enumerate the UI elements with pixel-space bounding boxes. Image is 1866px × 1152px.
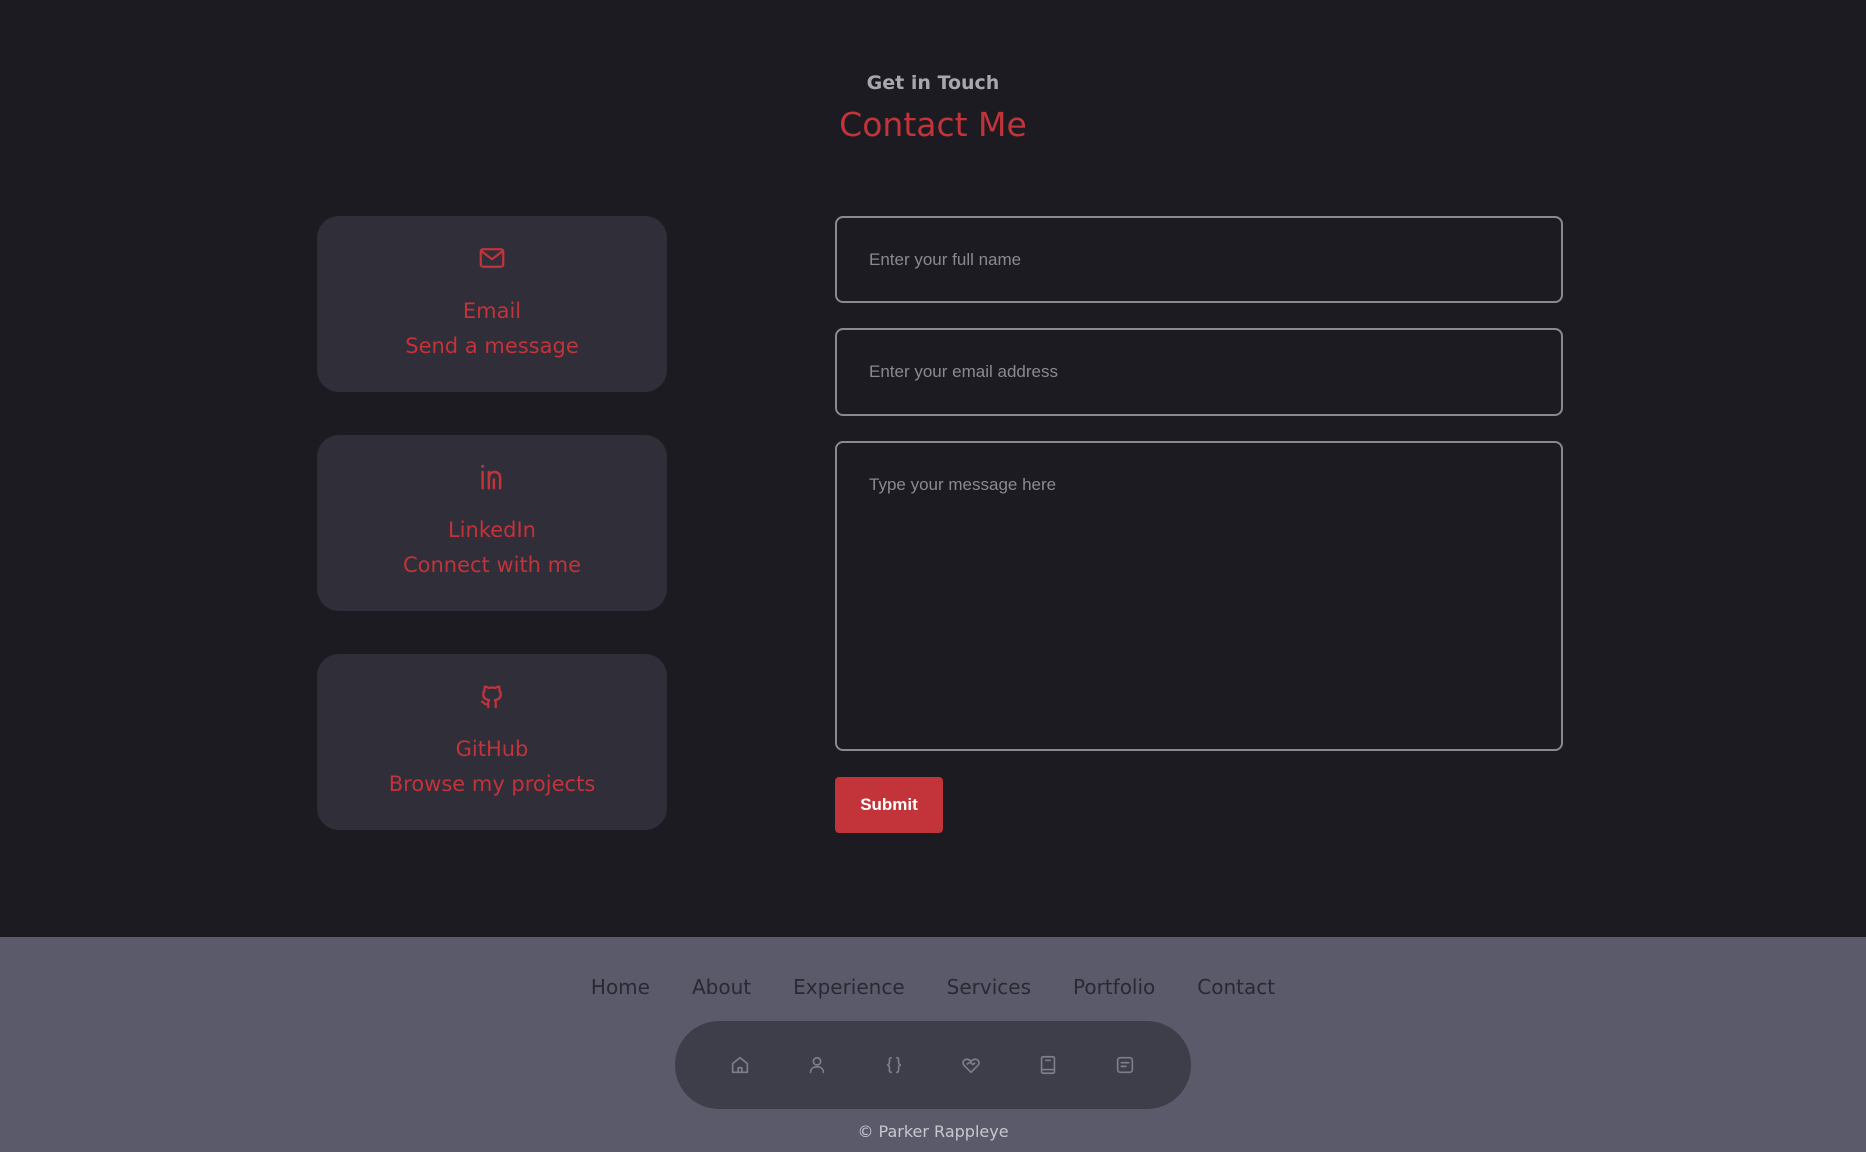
full-name-field[interactable] <box>835 216 1563 303</box>
handshake-icon[interactable] <box>956 1050 986 1080</box>
email-field[interactable] <box>835 328 1563 416</box>
mail-icon <box>317 243 667 273</box>
code-braces-icon[interactable] <box>879 1050 909 1080</box>
footer-link-services[interactable]: Services <box>947 974 1031 1000</box>
footer-link-home[interactable]: Home <box>591 974 650 1000</box>
book-icon[interactable] <box>1033 1050 1063 1080</box>
message-field[interactable] <box>835 441 1563 751</box>
email-card[interactable]: Email Send a message <box>317 216 667 392</box>
github-card-link[interactable]: Browse my projects <box>317 770 667 798</box>
user-icon[interactable] <box>802 1050 832 1080</box>
message-icon[interactable] <box>1110 1050 1140 1080</box>
footer-link-experience[interactable]: Experience <box>793 974 905 1000</box>
linkedin-card-title: LinkedIn <box>447 518 536 542</box>
linkedin-icon <box>317 462 667 492</box>
footer-link-about[interactable]: About <box>692 974 751 1000</box>
copyright: © Parker Rappleye <box>857 1122 1009 1141</box>
github-card[interactable]: GitHub Browse my projects <box>317 654 667 830</box>
submit-button[interactable]: Submit <box>835 777 943 833</box>
footer-nav: Home About Experience Services Portfolio… <box>0 974 1866 1000</box>
contact-section: Get in Touch Contact Me Email Send a mes… <box>0 0 1866 937</box>
linkedin-card-link[interactable]: Connect with me <box>317 551 667 579</box>
footer: Home About Experience Services Portfolio… <box>0 937 1866 1152</box>
social-dock <box>675 1021 1191 1109</box>
section-subtitle: Get in Touch <box>866 72 1000 94</box>
email-card-title: Email <box>462 299 522 323</box>
linkedin-card[interactable]: LinkedIn Connect with me <box>317 435 667 611</box>
section-title: Contact Me <box>839 105 1027 144</box>
github-icon <box>317 681 667 711</box>
home-icon[interactable] <box>725 1050 755 1080</box>
github-card-title: GitHub <box>455 737 529 761</box>
footer-link-contact[interactable]: Contact <box>1197 974 1275 1000</box>
email-card-link[interactable]: Send a message <box>317 332 667 360</box>
footer-link-portfolio[interactable]: Portfolio <box>1073 974 1155 1000</box>
